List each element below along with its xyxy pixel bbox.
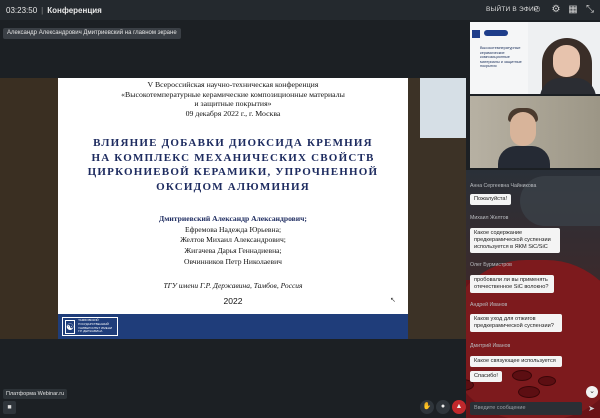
slide-heading-line: и защитные покрытия» (194, 99, 272, 109)
chat-message: Спасибо! (470, 371, 502, 382)
chat-message-author: Михаил Желтов (470, 215, 509, 221)
participant-face (510, 112, 536, 146)
paper-title-line: ВЛИЯНИЕ ДОБАВКИ ДИОКСИДА КРЕМНИЯ (93, 137, 373, 149)
people-icon[interactable]: ☺ (531, 4, 543, 16)
layout-icon[interactable]: ▦ (567, 4, 579, 16)
paper-title-line: НА КОМПЛЕКС МЕХАНИЧЕСКИХ СВОЙСТВ (91, 151, 375, 164)
main-screen-speaker-label: Александр Александрович Дмитриевский на … (3, 28, 181, 39)
slide-footer: ☯ ТАМБОВСКИЙ ГОСУДАРСТВЕННЫЙ УНИВЕРСИТЕТ… (58, 314, 408, 339)
session-timer: 03:23:50 (6, 5, 38, 15)
settings-icon[interactable]: ⚙ (550, 4, 562, 16)
participant-face (553, 45, 580, 77)
participant-video-tile[interactable]: Высокотемпературные керамические компози… (470, 22, 600, 94)
chat-message: Какое содержание предкерамической суспен… (470, 228, 560, 253)
fullscreen-icon[interactable]: ⤡ (584, 4, 596, 16)
separator: | (41, 5, 44, 15)
chat-message-author: Олег Бурмистров (470, 262, 512, 268)
event-title: Конференция (47, 5, 102, 15)
chat-message: Пожалуйста! (470, 194, 512, 205)
university-emblem-icon: ☯ (65, 319, 76, 334)
co-author: Ефремова Надежда Юрьевна; (184, 224, 282, 234)
paper-title-line: ОКСИДОМ АЛЮМИНИЯ (156, 180, 310, 193)
chat-message-author: Анна Сергеевна Чайникова (470, 183, 537, 189)
platform-label: Платформа Webinar.ru (3, 389, 68, 399)
organizer-logo-icon (472, 30, 480, 38)
send-icon[interactable]: ➤ (585, 402, 598, 415)
slide-year: 2022 (223, 296, 243, 306)
chat-message-author: Андрей Иванов (470, 302, 508, 308)
microphone-icon[interactable]: ● (436, 400, 450, 414)
chat-message: Каков уход для отжигов предкерамической … (470, 314, 562, 332)
presentation-slide: V Всероссийская научно-техническая конфе… (58, 78, 408, 339)
co-author: Овчинников Петр Николаевич (184, 256, 282, 266)
chat-message-author: Дмитрий Иванов (470, 343, 511, 349)
chat-message: пробовали ли вы применять отечественное … (470, 275, 554, 293)
webinar-window: 03:23:50 | Конференция ВЫЙТИ В ЭФИР ☺ ⚙ … (0, 0, 600, 418)
university-logo: ☯ ТАМБОВСКИЙ ГОСУДАРСТВЕННЫЙ УНИВЕРСИТЕТ… (62, 317, 118, 336)
stage-background-window (420, 78, 466, 138)
stage-background-left (0, 78, 60, 339)
camera-icon[interactable]: ▲ (452, 400, 466, 414)
partner-logo-icon (484, 30, 508, 36)
slide-heading: V Всероссийская научно-техническая конфе… (58, 80, 408, 118)
hand-raise-icon[interactable]: ✋ (420, 400, 434, 414)
paper-title: ВЛИЯНИЕ ДОБАВКИ ДИОКСИДА КРЕМНИЯ НА КОМП… (66, 136, 400, 194)
chat-message: Какое связующее используется (470, 356, 562, 367)
co-author: Желтов Михаил Александрович; (180, 235, 286, 245)
conference-banner: Высокотемпературные керамические компози… (470, 22, 528, 94)
top-bar: 03:23:50 | Конференция ВЫЙТИ В ЭФИР ☺ ⚙ … (0, 0, 600, 20)
ceramic-disc (518, 386, 540, 398)
ceramic-disc (512, 370, 532, 381)
co-author: Жигачева Дарья Геннадиевна; (184, 246, 282, 256)
slide-heading-line: 09 декабря 2022 г., г. Москва (185, 108, 281, 118)
ceramic-disc (538, 376, 556, 386)
slide-heading-line: «Высокотемпературные керамические композ… (121, 89, 345, 99)
author-list: Дмитриевский Александр Александрович; Еф… (58, 214, 408, 268)
paper-title-line: ЦИРКОНИЕВОЙ КЕРАМИКИ, УПРОЧНЕННОЙ (87, 166, 379, 178)
participants-list-icon[interactable]: ■ (3, 401, 16, 414)
scroll-down-icon[interactable]: ⌄ (586, 386, 598, 398)
participant-body (498, 146, 550, 168)
main-stage: V Всероссийская научно-техническая конфе… (0, 78, 466, 339)
organization: ТГУ имени Г.Р. Державина, Тамбов, Россия (163, 281, 303, 290)
chat-message-input[interactable]: Введите сообщение (470, 402, 582, 415)
participant-video-tile[interactable] (470, 96, 600, 168)
banner-text: Высокотемпературные керамические компози… (480, 46, 522, 69)
lead-author: Дмитриевский Александр Александрович; (159, 214, 307, 223)
mouse-cursor-icon: ↖ (390, 296, 396, 304)
slide-heading-line: V Всероссийская научно-техническая конфе… (147, 80, 319, 89)
university-logo-text: ТАМБОВСКИЙ ГОСУДАРСТВЕННЫЙ УНИВЕРСИТЕТ И… (78, 318, 113, 334)
banner-logos (472, 30, 526, 38)
